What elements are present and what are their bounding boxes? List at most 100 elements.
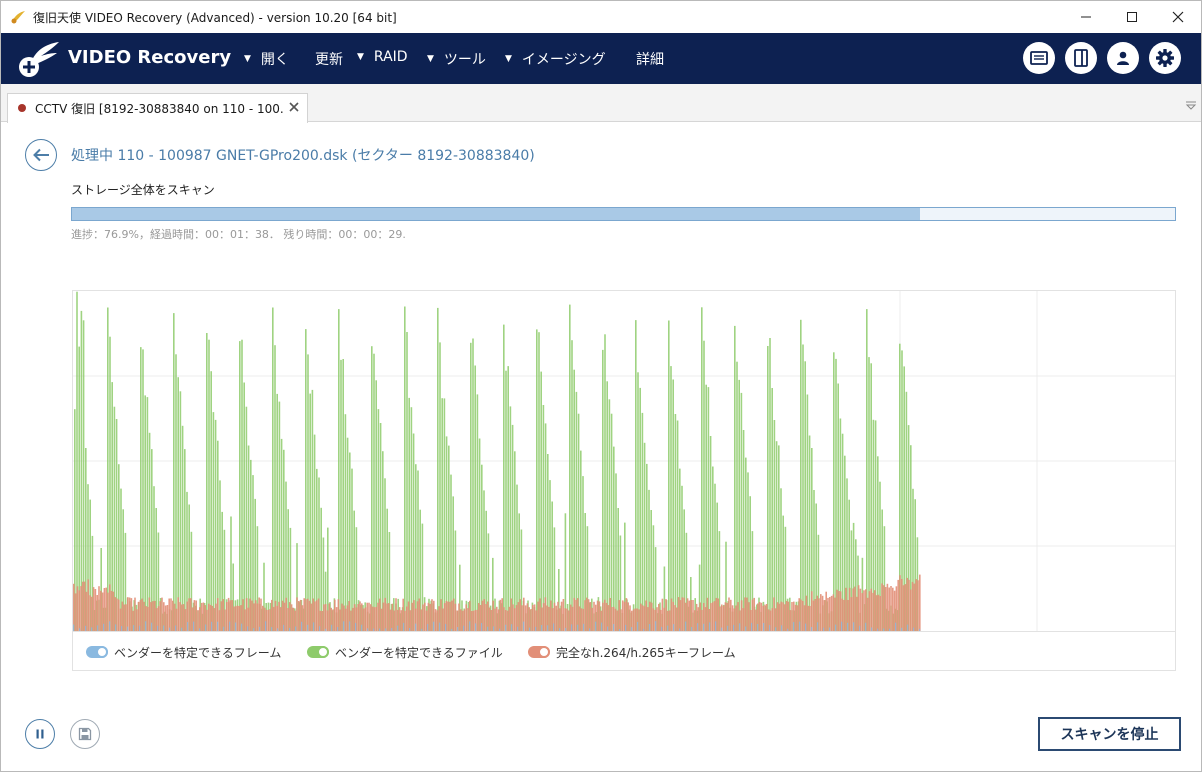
bar-keyframes (656, 607, 658, 631)
minimize-button[interactable] (1063, 1, 1109, 33)
user-button[interactable] (1107, 42, 1139, 74)
bar-keyframes (146, 606, 149, 631)
bar-keyframes (164, 605, 167, 631)
bar-keyframes (854, 586, 856, 631)
progress-fill (72, 208, 921, 220)
bar-keyframes (136, 609, 138, 631)
bar-keyframes (764, 604, 766, 631)
bar-keyframes (420, 609, 422, 631)
bar-keyframes (251, 600, 253, 631)
bar-vendor-frames (709, 622, 711, 631)
legend-item-vendor-files[interactable]: ベンダーを特定できるファイル (307, 645, 503, 660)
menu-tools[interactable]: ▼ ツール (427, 49, 486, 69)
bar-keyframes (449, 601, 451, 631)
menu-details[interactable]: 詳細 (636, 49, 664, 69)
pause-button[interactable] (25, 719, 55, 749)
bar-vendor-files (637, 372, 639, 631)
bar-keyframes (611, 607, 613, 631)
bar-vendor-frames (217, 621, 219, 631)
bar-keyframes (260, 598, 262, 631)
caret-down-icon: ▼ (427, 54, 434, 64)
back-button[interactable] (25, 139, 57, 171)
bar-keyframes (724, 602, 727, 631)
bar-keyframes (829, 597, 831, 631)
bar-keyframes (350, 610, 352, 631)
bar-vendor-files (734, 325, 736, 631)
bar-keyframes (280, 607, 282, 631)
bar-keyframes (352, 607, 354, 631)
bar-keyframes (89, 595, 91, 631)
bar-vendor-files (514, 451, 516, 631)
bar-keyframes (901, 579, 903, 631)
panel-toggle-button[interactable] (1065, 42, 1097, 74)
legend-item-vendor-frames[interactable]: ベンダーを特定できるフレーム (86, 645, 281, 660)
bar-keyframes (794, 604, 797, 631)
bar-keyframes (699, 602, 701, 631)
bar-vendor-files (346, 437, 349, 631)
legend-item-keyframes[interactable]: 完全なh.264/h.265キーフレーム (528, 645, 736, 660)
bar-keyframes (771, 608, 773, 631)
bar-keyframes (872, 592, 874, 631)
bar-keyframes (92, 587, 95, 631)
processing-title: 処理中 110 - 100987 GNET-GPro200.dsk (セクター … (71, 148, 535, 164)
bar-vendor-files (142, 349, 144, 631)
bar-keyframes (668, 610, 671, 631)
bar-keyframes (789, 610, 791, 631)
bar-vendor-files (219, 480, 221, 631)
bar-keyframes (755, 609, 757, 631)
bar-keyframes (170, 598, 172, 631)
bar-keyframes (76, 586, 79, 631)
legend-toggle-green (307, 646, 329, 658)
bar-keyframes (182, 604, 185, 631)
bar-keyframes (870, 588, 872, 631)
close-window-button[interactable] (1155, 1, 1201, 33)
bar-keyframes (206, 609, 208, 631)
save-icon (78, 727, 92, 741)
bar-keyframes (823, 600, 826, 631)
bar-vendor-frames (571, 624, 573, 631)
bar-keyframes (618, 600, 620, 631)
bar-vendor-files (344, 414, 347, 631)
tab-close-icon[interactable] (287, 100, 301, 114)
bar-keyframes (778, 603, 781, 631)
menu-refresh[interactable]: 更新 (315, 49, 343, 69)
menu-imaging[interactable]: ▼ イメージング (505, 49, 606, 69)
bar-vendor-frames (613, 624, 615, 631)
caret-down-icon: ▼ (244, 54, 251, 64)
bar-keyframes (188, 598, 190, 631)
bar-keyframes (222, 599, 224, 631)
bar-keyframes (559, 608, 561, 631)
bar-keyframes (440, 599, 442, 631)
bar-vendor-files (670, 366, 672, 631)
bar-keyframes (364, 607, 367, 631)
bar-vendor-frames (187, 622, 189, 631)
bar-keyframes (488, 607, 491, 631)
tab-cctv-recovery[interactable]: CCTV 復旧 [8192-30883840 on 110 - 100... (7, 93, 308, 123)
bar-keyframes (289, 602, 291, 631)
menu-open[interactable]: ▼ 開く (244, 49, 289, 69)
bar-vendor-frames (241, 623, 243, 631)
bar-vendor-frames (715, 621, 717, 631)
bar-vendor-files (643, 442, 646, 631)
settings-button[interactable] (1149, 42, 1181, 74)
menu-raid[interactable]: ▼ RAID (357, 49, 408, 65)
bar-vendor-files (305, 329, 307, 631)
save-button[interactable] (70, 719, 100, 749)
maximize-button[interactable] (1109, 1, 1155, 33)
bar-keyframes (308, 600, 311, 631)
bar-vendor-frames (103, 623, 105, 631)
bar-keyframes (773, 597, 775, 631)
bar-keyframes (166, 605, 169, 631)
tab-status-dot (18, 104, 26, 112)
bar-vendor-frames (751, 622, 753, 631)
message-button[interactable] (1023, 42, 1055, 74)
bar-keyframes (728, 597, 730, 631)
bar-keyframes (573, 597, 575, 631)
bar-keyframes (110, 590, 113, 631)
bar-vendor-files (580, 450, 582, 631)
menu-open-label: 開く (260, 52, 289, 68)
bar-vendor-frames (439, 622, 441, 631)
tab-list-icon[interactable] (1185, 100, 1197, 110)
stop-scan-button[interactable]: スキャンを停止 (1038, 717, 1181, 751)
bar-vendor-frames (853, 622, 855, 631)
